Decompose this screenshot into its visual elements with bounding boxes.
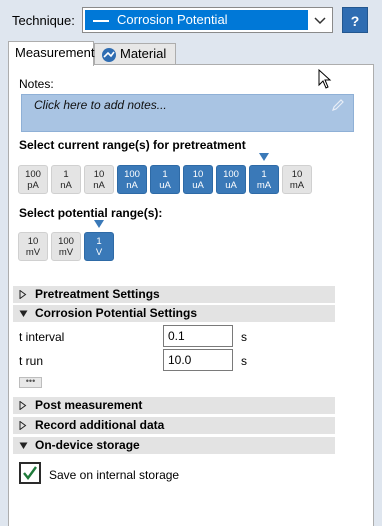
range-button-1ma[interactable]: 1 mA bbox=[249, 165, 279, 194]
tab-measurement[interactable]: Measurement bbox=[8, 41, 94, 66]
group-on-device-storage[interactable]: On-device storage bbox=[13, 437, 335, 454]
range-button-100mv[interactable]: 100 mV bbox=[51, 232, 81, 261]
chevron-down-icon[interactable] bbox=[312, 11, 328, 29]
expand-arrow-icon bbox=[19, 401, 27, 410]
group-corrosion-settings[interactable]: Corrosion Potential Settings bbox=[13, 305, 335, 322]
range-unit: mV bbox=[58, 247, 74, 258]
range-value: 100 bbox=[58, 236, 74, 247]
t-interval-input[interactable]: 0.1 bbox=[163, 325, 233, 347]
range-unit: uA bbox=[225, 180, 237, 191]
potential-range-title: Select potential range(s): bbox=[19, 206, 163, 220]
group-corrosion-label: Corrosion Potential Settings bbox=[35, 306, 198, 320]
notes-label: Notes: bbox=[19, 77, 54, 91]
t-interval-label: t interval bbox=[19, 330, 65, 344]
range-value: 1 bbox=[261, 169, 267, 180]
range-value: 100 bbox=[124, 169, 140, 180]
range-value: 10 bbox=[192, 169, 204, 180]
range-button-1ua[interactable]: 1 uA bbox=[150, 165, 180, 194]
checkmark-icon bbox=[23, 466, 37, 480]
material-icon bbox=[102, 47, 116, 62]
group-post-measurement[interactable]: Post measurement bbox=[13, 397, 335, 414]
range-unit: nA bbox=[126, 180, 138, 191]
range-button-10na[interactable]: 10 nA bbox=[84, 165, 114, 194]
collapse-arrow-icon bbox=[19, 442, 28, 449]
expand-arrow-icon bbox=[19, 290, 27, 299]
group-pretreatment-label: Pretreatment Settings bbox=[35, 287, 160, 301]
technique-select[interactable]: Corrosion Potential bbox=[82, 7, 333, 33]
range-unit: nA bbox=[93, 180, 105, 191]
range-value: 1 bbox=[96, 236, 102, 247]
range-button-10ma[interactable]: 10 mA bbox=[282, 165, 312, 194]
help-button[interactable]: ? bbox=[342, 7, 368, 33]
range-unit: V bbox=[95, 247, 103, 258]
technique-bar: Technique: Corrosion Potential ? bbox=[0, 0, 382, 40]
group-record-label: Record additional data bbox=[35, 418, 165, 432]
t-interval-unit: s bbox=[241, 330, 247, 344]
range-button-100na[interactable]: 100 nA bbox=[117, 165, 147, 194]
range-button-100ua[interactable]: 100 uA bbox=[216, 165, 246, 194]
range-unit: mA bbox=[289, 180, 305, 191]
group-post-label: Post measurement bbox=[35, 398, 143, 412]
range-button-100pa[interactable]: 100 pA bbox=[18, 165, 48, 194]
t-run-label: t run bbox=[19, 354, 44, 368]
technique-label: Technique: bbox=[12, 13, 75, 28]
group-record-additional-data[interactable]: Record additional data bbox=[13, 417, 335, 434]
tab-material-label: Material bbox=[120, 46, 167, 61]
expand-arrow-icon bbox=[19, 421, 27, 430]
range-value: 1 bbox=[63, 169, 69, 180]
more-options-button[interactable]: ••• bbox=[19, 377, 42, 388]
t-run-input[interactable]: 10.0 bbox=[163, 349, 233, 371]
measurement-panel: Notes: Click here to add notes... Select… bbox=[8, 64, 374, 526]
range-unit: nA bbox=[60, 180, 72, 191]
range-unit: uA bbox=[192, 180, 204, 191]
range-unit: mA bbox=[256, 180, 272, 191]
tab-material[interactable]: Material bbox=[94, 43, 176, 65]
group-pretreatment-settings[interactable]: Pretreatment Settings bbox=[13, 286, 335, 303]
range-unit: uA bbox=[159, 180, 171, 191]
notes-field[interactable]: Click here to add notes... bbox=[21, 94, 354, 132]
range-value: 100 bbox=[25, 169, 41, 180]
range-unit: mV bbox=[25, 247, 41, 258]
pencil-icon bbox=[332, 99, 344, 111]
notes-placeholder: Click here to add notes... bbox=[34, 98, 167, 112]
technique-selected-text: Corrosion Potential bbox=[117, 12, 228, 27]
range-marker-icon bbox=[94, 220, 104, 228]
range-value: 100 bbox=[223, 169, 239, 180]
range-unit: pA bbox=[27, 180, 39, 191]
current-range-title: Select current range(s) for pretreatment bbox=[19, 138, 246, 152]
group-storage-label: On-device storage bbox=[35, 438, 140, 452]
line-swatch-icon bbox=[93, 19, 109, 22]
save-internal-storage-checkbox[interactable] bbox=[19, 462, 41, 484]
range-value: 1 bbox=[162, 169, 168, 180]
t-run-unit: s bbox=[241, 354, 247, 368]
range-value: 10 bbox=[27, 236, 39, 247]
technique-selected: Corrosion Potential bbox=[85, 10, 308, 30]
range-marker-icon bbox=[259, 153, 269, 161]
collapse-arrow-icon bbox=[19, 310, 28, 317]
range-value: 10 bbox=[291, 169, 303, 180]
range-button-1na[interactable]: 1 nA bbox=[51, 165, 81, 194]
range-button-10mv[interactable]: 10 mV bbox=[18, 232, 48, 261]
mouse-cursor-icon bbox=[318, 69, 332, 89]
save-internal-storage-label: Save on internal storage bbox=[49, 468, 180, 482]
range-button-1v[interactable]: 1V bbox=[84, 232, 114, 261]
range-button-10ua[interactable]: 10 uA bbox=[183, 165, 213, 194]
range-value: 10 bbox=[93, 169, 105, 180]
